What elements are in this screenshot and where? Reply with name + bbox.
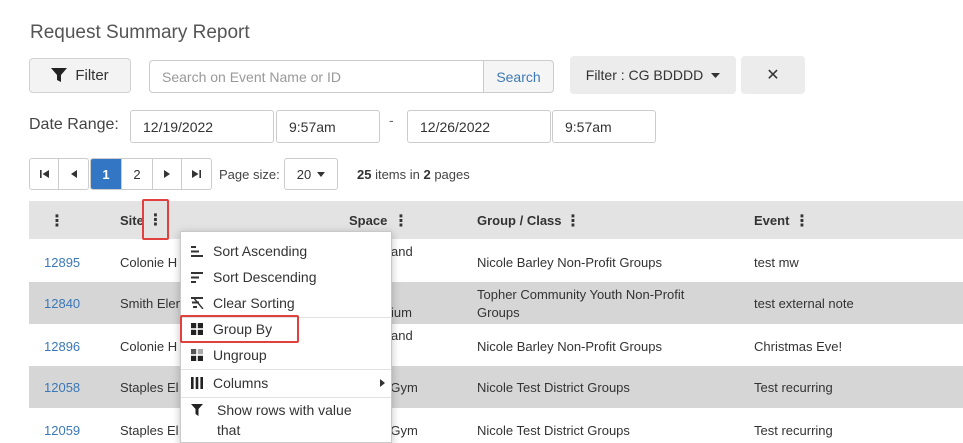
date-range-separator: - [389, 112, 394, 128]
start-time-input[interactable]: 9:57am [276, 110, 380, 143]
table-row[interactable]: 12840 Smith Elen ium Topher Community Yo… [29, 282, 963, 324]
menu-item-clear-sorting[interactable]: Clear Sorting [181, 290, 391, 316]
start-date-input[interactable]: 12/19/2022 [130, 110, 274, 143]
chevron-right-icon [380, 379, 385, 387]
pages-count: 2 [423, 167, 431, 182]
date-range-label: Date Range: [29, 116, 119, 133]
columns-icon [191, 377, 203, 389]
group-cell: Nicole Test District Groups [477, 423, 630, 438]
first-page-button[interactable] [30, 159, 59, 189]
pager-pages: 1 2 [90, 158, 212, 190]
search-button[interactable]: Search [483, 60, 554, 93]
column-header-event[interactable]: Event [754, 213, 789, 228]
table-row[interactable]: 12896 Colonie H and Nicole Barley Non-Pr… [29, 324, 963, 366]
group-cell: Topher Community Youth Non-Profit Groups [477, 287, 685, 320]
prev-page-icon [70, 170, 77, 178]
first-page-icon [39, 170, 49, 178]
menu-item-show-rows-with-value[interactable]: Show rows with value that [181, 400, 391, 440]
end-date-input[interactable]: 12/26/2022 [407, 110, 551, 143]
menu-divider [181, 397, 391, 398]
menu-item-label: Clear Sorting [213, 295, 295, 311]
table-row[interactable]: 12059 Staples El ll Gym Nicole Test Dist… [29, 408, 963, 443]
table-header: ⋮ Site Space ⋮ Group / Class ⋮ Event ⋮ [29, 201, 963, 239]
page-title: Request Summary Report [30, 22, 250, 43]
clear-filter-button[interactable]: ✕ [741, 56, 805, 94]
event-column-menu-icon[interactable]: ⋮ [794, 211, 810, 231]
last-page-button[interactable] [182, 159, 211, 189]
site-cell: Smith Elen [120, 296, 183, 311]
request-id-link[interactable]: 12059 [44, 422, 80, 440]
table-row[interactable]: 12895 Colonie H and Nicole Barley Non-Pr… [29, 240, 963, 282]
group-cell: Nicole Test District Groups [477, 380, 630, 395]
request-id-link[interactable]: 12840 [44, 295, 80, 313]
event-cell: Test recurring [754, 423, 833, 438]
request-id-link[interactable]: 12058 [44, 379, 80, 397]
request-id-link[interactable]: 12895 [44, 254, 80, 272]
group-cell: Nicole Barley Non-Profit Groups [477, 339, 662, 354]
items-count: 25 [357, 167, 372, 182]
close-icon: ✕ [766, 67, 780, 84]
event-cell: test external note [754, 296, 854, 311]
page-size-label: Page size: [219, 167, 280, 182]
page-2-button[interactable]: 2 [122, 159, 153, 189]
space-cell: ium [391, 305, 412, 320]
items-info: 25 items in 2 pages [357, 167, 470, 182]
menu-item-label: Show rows with value that [217, 402, 352, 438]
next-page-button[interactable] [153, 159, 182, 189]
group-by-highlight [180, 315, 299, 343]
space-cell: and [391, 244, 413, 259]
group-cell: Nicole Barley Non-Profit Groups [477, 255, 662, 270]
cg-filter-label: Filter : CG BDDDD [585, 67, 704, 83]
caret-down-icon [317, 171, 326, 177]
ungroup-icon [191, 349, 203, 361]
group-column-menu-icon[interactable]: ⋮ [565, 211, 581, 231]
menu-item-sort-ascending[interactable]: Sort Ascending [181, 238, 391, 264]
menu-item-label: Sort Descending [213, 269, 317, 285]
filter-icon [191, 404, 203, 416]
menu-item-sort-descending[interactable]: Sort Descending [181, 264, 391, 290]
site-cell: Colonie H [120, 255, 178, 270]
menu-item-label: Sort Ascending [213, 243, 308, 259]
event-cell: test mw [754, 255, 799, 270]
event-cell: Christmas Eve! [754, 339, 843, 354]
page-size-select[interactable]: 20 [284, 158, 338, 190]
menu-item-ungroup[interactable]: Ungroup [181, 342, 391, 368]
page-1-button[interactable]: 1 [91, 159, 122, 189]
site-column-menu-button[interactable]: ⋮ [142, 199, 169, 240]
items-mid-text: items in [371, 167, 424, 182]
sort-ascending-icon [191, 245, 203, 257]
site-cell: Staples El [120, 423, 179, 438]
filter-button-label: Filter [75, 67, 109, 84]
table-row[interactable]: 12058 Staples El ll Gym Nicole Test Dist… [29, 366, 963, 408]
pager-nav-left [29, 158, 89, 190]
page-size-value: 20 [296, 166, 312, 182]
space-cell: and [391, 328, 413, 343]
menu-item-label: Ungroup [213, 347, 267, 363]
cg-filter-dropdown[interactable]: Filter : CG BDDDD [570, 56, 736, 94]
site-cell: Colonie H [120, 339, 178, 354]
caret-down-icon [711, 72, 721, 78]
event-cell: Test recurring [754, 380, 833, 395]
last-page-icon [192, 170, 201, 178]
request-id-link[interactable]: 12896 [44, 338, 80, 356]
site-column-menu-icon: ⋮ [147, 211, 164, 229]
space-column-menu-icon[interactable]: ⋮ [393, 211, 409, 231]
column-header-space[interactable]: Space [349, 213, 387, 228]
sort-descending-icon [191, 271, 203, 283]
column-header-site[interactable]: Site [120, 213, 144, 228]
row-menu-icon[interactable]: ⋮ [49, 211, 65, 231]
filter-button[interactable]: Filter [29, 58, 131, 93]
funnel-icon [51, 68, 68, 82]
next-page-icon [164, 170, 170, 178]
search-input[interactable]: Search on Event Name or ID [149, 60, 484, 93]
clear-sorting-icon [190, 297, 204, 309]
menu-item-columns[interactable]: Columns [181, 370, 391, 396]
menu-item-label: Columns [213, 375, 269, 391]
column-header-group[interactable]: Group / Class [477, 213, 562, 228]
prev-page-button[interactable] [59, 159, 88, 189]
items-end-text: pages [430, 167, 470, 182]
site-cell: Staples El [120, 380, 179, 395]
end-time-input[interactable]: 9:57am [552, 110, 656, 143]
